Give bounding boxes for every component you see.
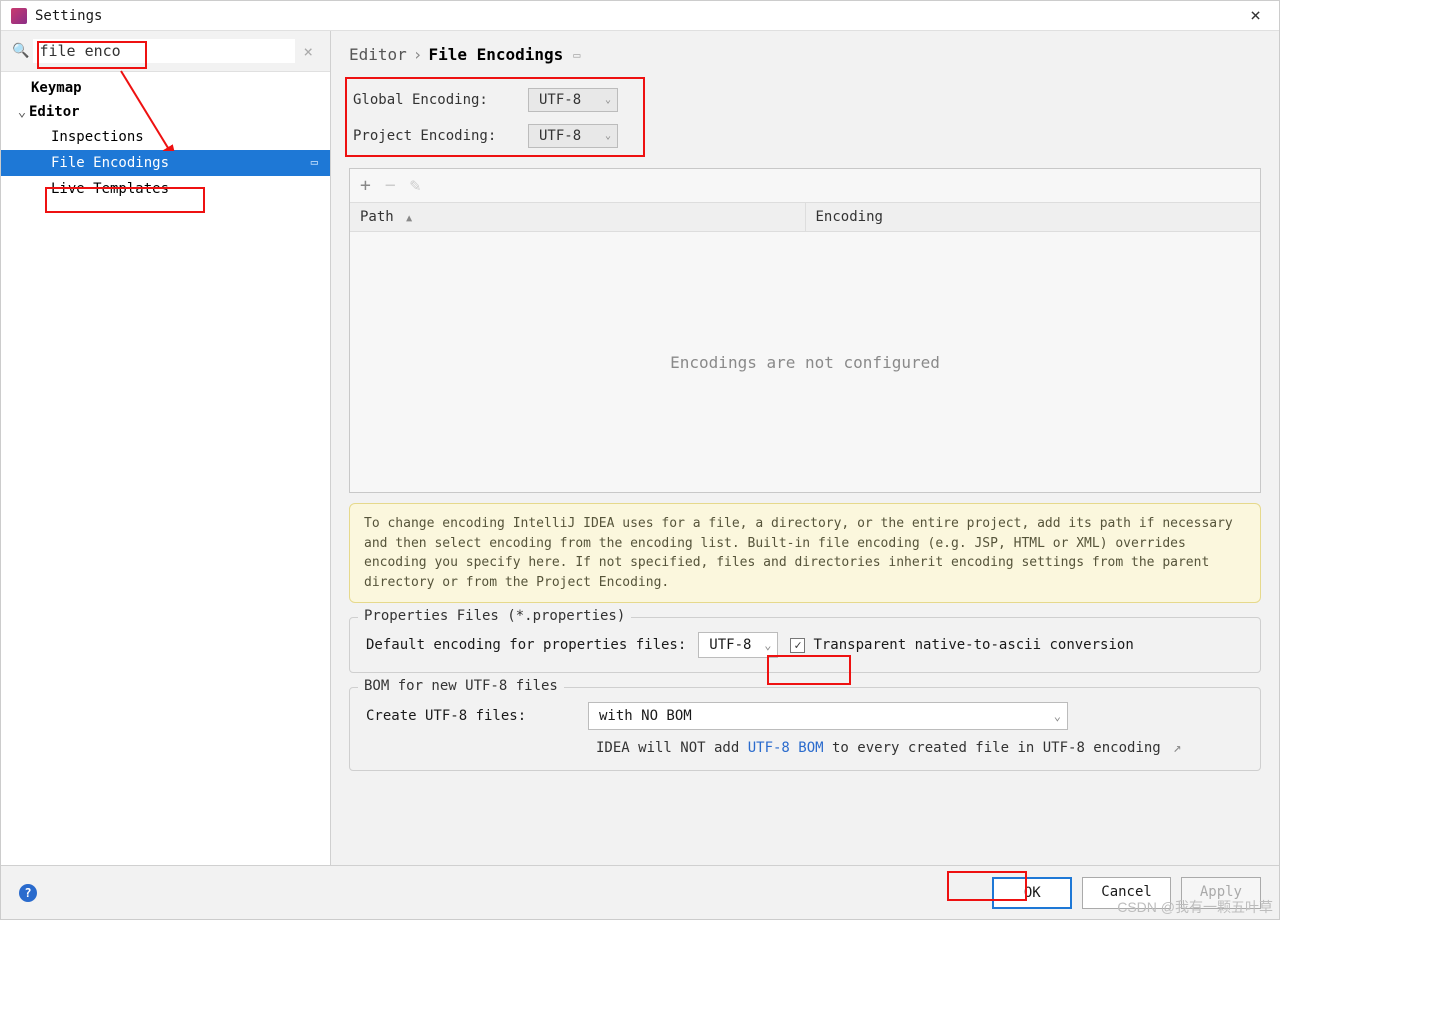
create-utf8-combo[interactable]: with NO BOM ⌄	[588, 702, 1068, 730]
close-icon[interactable]: ×	[1242, 5, 1269, 26]
main-split: 🔍 × Keymap Editor Inspections File Encod…	[1, 31, 1279, 865]
breadcrumb: Editor › File Encodings ▭	[331, 31, 1279, 68]
checkbox-box: ✓	[790, 638, 805, 653]
chevron-down-icon: ⌄	[764, 638, 771, 652]
path-column-header[interactable]: Path ▲	[350, 203, 806, 231]
tree-item-label: File Encodings	[51, 155, 169, 171]
chevron-down-icon: ⌄	[605, 131, 611, 142]
search-icon: 🔍	[12, 43, 29, 59]
help-icon[interactable]: ?	[19, 884, 37, 902]
table-header: Path ▲ Encoding	[350, 203, 1260, 232]
tree-item-editor[interactable]: Editor	[1, 100, 330, 124]
search-wrap: 🔍 ×	[1, 31, 330, 72]
breadcrumb-parent: Editor	[349, 45, 407, 64]
bom-note: IDEA will NOT add UTF-8 BOM to every cre…	[366, 740, 1244, 756]
edit-icon[interactable]: ✎	[410, 175, 421, 196]
note-text: IDEA will NOT add	[596, 740, 748, 756]
content-panel: Editor › File Encodings ▭ Global Encodin…	[331, 31, 1279, 865]
project-encoding-combo[interactable]: UTF-8 ⌄	[528, 124, 618, 148]
table-empty-text: Encodings are not configured	[350, 232, 1260, 492]
tree-item-inspections[interactable]: Inspections	[1, 124, 330, 150]
combo-value: UTF-8	[539, 92, 581, 108]
utf8-bom-link[interactable]: UTF-8 BOM	[748, 740, 824, 756]
default-props-encoding-label: Default encoding for properties files:	[366, 637, 686, 653]
group-legend: Properties Files (*.properties)	[358, 608, 631, 624]
tree-item-file-encodings[interactable]: File Encodings ▭	[1, 150, 330, 176]
settings-tree: Keymap Editor Inspections File Encodings…	[1, 72, 330, 206]
ok-button[interactable]: OK	[992, 877, 1072, 909]
external-link-icon: ↗	[1173, 740, 1181, 756]
add-icon[interactable]: +	[360, 175, 371, 196]
combo-value: UTF-8	[539, 128, 581, 144]
sort-asc-icon: ▲	[406, 213, 412, 224]
chevron-right-icon: ›	[413, 45, 423, 64]
checkbox-label: Transparent native-to-ascii conversion	[813, 637, 1133, 653]
encoding-block: Global Encoding: UTF-8 ⌄ Project Encodin…	[349, 76, 1261, 162]
properties-files-group: Properties Files (*.properties) Default …	[349, 617, 1261, 673]
tree-item-live-templates[interactable]: Live Templates	[1, 176, 330, 202]
scope-icon: ▭	[311, 155, 318, 169]
remove-icon[interactable]: −	[385, 175, 396, 196]
default-props-encoding-combo[interactable]: UTF-8 ⌄	[698, 632, 778, 658]
combo-value: with NO BOM	[599, 708, 692, 724]
scope-icon: ▭	[573, 48, 580, 62]
table-toolbar: + − ✎	[350, 169, 1260, 203]
breadcrumb-current: File Encodings	[428, 45, 563, 64]
window-title: Settings	[35, 8, 102, 24]
combo-value: UTF-8	[709, 637, 751, 653]
encodings-table: + − ✎ Path ▲ Encoding Encodings are not …	[349, 168, 1261, 493]
project-encoding-label: Project Encoding:	[353, 128, 528, 144]
tree-item-label: Editor	[29, 104, 80, 120]
global-encoding-label: Global Encoding:	[353, 92, 528, 108]
search-input[interactable]	[33, 39, 295, 63]
chevron-down-icon: ⌄	[605, 95, 611, 106]
global-encoding-combo[interactable]: UTF-8 ⌄	[528, 88, 618, 112]
window-titlebar: Settings ×	[1, 1, 1279, 31]
transparent-ascii-checkbox[interactable]: ✓ Transparent native-to-ascii conversion	[790, 637, 1133, 653]
tree-item-keymap[interactable]: Keymap	[1, 76, 330, 100]
note-text: to every created file in UTF-8 encoding	[824, 740, 1161, 756]
help-text: To change encoding IntelliJ IDEA uses fo…	[349, 503, 1261, 603]
dialog-footer: ? OK Cancel Apply	[1, 865, 1279, 919]
create-utf8-label: Create UTF-8 files:	[366, 708, 576, 724]
column-label: Path	[360, 209, 394, 225]
app-icon	[11, 8, 27, 24]
chevron-down-icon: ⌄	[1054, 709, 1061, 723]
clear-search-icon[interactable]: ×	[295, 42, 321, 61]
settings-window: Settings × 🔍 × Keymap Editor Inspections…	[0, 0, 1280, 920]
watermark: CSDN @我有一颗五叶草	[1117, 897, 1273, 917]
group-legend: BOM for new UTF-8 files	[358, 678, 564, 694]
sidebar: 🔍 × Keymap Editor Inspections File Encod…	[1, 31, 331, 865]
bom-group: BOM for new UTF-8 files Create UTF-8 fil…	[349, 687, 1261, 771]
encoding-column-header[interactable]: Encoding	[806, 203, 1261, 231]
